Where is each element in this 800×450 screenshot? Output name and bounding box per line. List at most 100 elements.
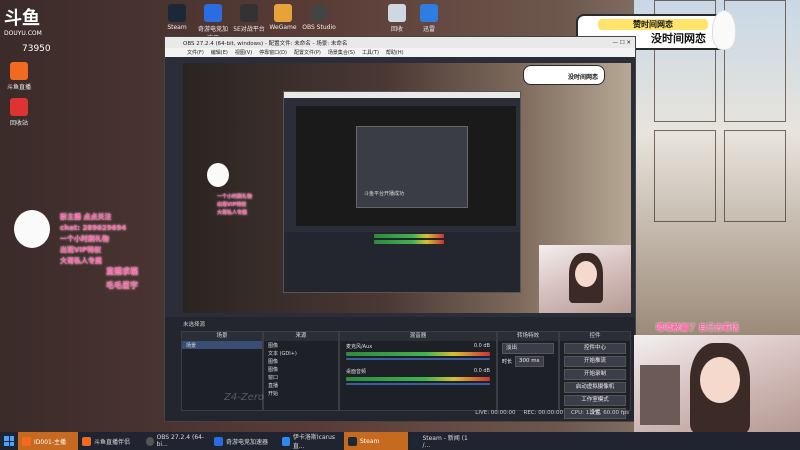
start-streaming-button[interactable]: 开始推流 xyxy=(564,356,626,367)
taskbar: ID001-主播 斗鱼直播伴侣 OBS 27.2.4 (64-bi... 奇游电… xyxy=(0,432,800,450)
no-source-label: 未选择源 xyxy=(183,322,206,328)
mixer-channel-name: 桌面音频 xyxy=(346,369,367,375)
desktop-icon-label: 5E对战平台 xyxy=(233,26,265,33)
source-item[interactable]: 文本 (GDI+) xyxy=(264,349,338,357)
watermark-text: Z4-Zero xyxy=(224,392,265,403)
transition-select[interactable]: 淡出 xyxy=(502,343,554,354)
volume-slider[interactable] xyxy=(346,383,490,385)
nested-preview: 斗鱼平台开播成功 xyxy=(296,106,516,226)
steam-icon xyxy=(348,436,357,446)
nested-obs-window: 斗鱼平台开播成功 xyxy=(283,91,521,293)
taskbar-label: Steam xyxy=(360,437,380,445)
taskbar-item[interactable]: Steam - 新闻 (1 /... xyxy=(408,432,472,450)
desktop-icon-steam[interactable]: Steam xyxy=(160,4,194,31)
taskbar-label: 奇游电竞加速器 xyxy=(226,438,269,446)
audio-meter xyxy=(346,352,490,356)
preview-label: 斗鱼平台开播成功 xyxy=(364,191,405,197)
obs-bottom-panel: 未选择源 场景 场景 来源 图像 文本 (GDI+) 图像 图像 窗口 直播 开… xyxy=(165,317,635,421)
source-item[interactable]: 图像 xyxy=(264,341,338,349)
steam-icon xyxy=(412,436,420,446)
window-pane xyxy=(654,130,716,222)
start-recording-button[interactable]: 开始录制 xyxy=(564,369,626,380)
desktop-icon-label: OBS Studio xyxy=(302,24,336,31)
source-item[interactable]: 窗口 xyxy=(264,373,338,381)
menu-item-file[interactable]: 文件(F) xyxy=(187,49,204,56)
logo-sub: DOUYU.COM xyxy=(4,30,42,37)
desktop-icon-label: WeGame xyxy=(269,24,297,31)
nested-bottom-panel xyxy=(284,232,520,292)
source-item[interactable]: 图像 xyxy=(264,365,338,373)
taskbar-label: OBS 27.2.4 (64-bi... xyxy=(156,434,205,448)
douyu-icon xyxy=(10,62,28,80)
douyu-icon xyxy=(82,436,91,446)
obs-icon xyxy=(146,436,154,446)
mixer-header: 混音器 xyxy=(340,332,496,341)
start-button[interactable] xyxy=(0,432,18,450)
source-item[interactable]: 图像 xyxy=(264,357,338,365)
desktop-icon-xunlei[interactable]: 迅雷 xyxy=(412,4,446,33)
banner-top-text: 赞时间网恋 xyxy=(598,19,708,30)
taskbar-item[interactable]: OBS 27.2.4 (64-bi... xyxy=(142,432,210,450)
source-item[interactable]: 开始 xyxy=(264,389,338,397)
transitions-header: 转场特效 xyxy=(498,332,558,341)
douyu-logo: 斗鱼 DOUYU.COM xyxy=(4,4,56,37)
desktop-icon-recycle-top[interactable]: 回收 xyxy=(380,4,414,33)
sources-dock: 来源 图像 文本 (GDI+) 图像 图像 窗口 直播 开始 xyxy=(263,331,339,411)
volume-slider[interactable] xyxy=(346,358,490,360)
status-rec: REC: 00:00:00 xyxy=(523,410,563,416)
chat-tag: 直播求福 xyxy=(106,267,138,276)
source-item[interactable]: 直播 xyxy=(264,381,338,389)
preview-webcam xyxy=(539,245,631,313)
menu-item-scene-collection[interactable]: 场景集合(S) xyxy=(328,49,355,56)
chat-overlay: 新主播 点点关注 chat: 289029694 一个小时刷礼物 出现VIP特权… xyxy=(60,212,150,267)
menu-item-profile[interactable]: 配置文件(P) xyxy=(294,49,321,56)
menu-item-docks[interactable]: 停靠窗口(D) xyxy=(259,49,287,56)
desktop-icon-recycle[interactable]: 回收站 xyxy=(2,98,36,127)
taskbar-item[interactable]: ID001-主播 xyxy=(18,432,78,450)
bunny-sticker-icon xyxy=(712,10,736,50)
preview-banner-text: 没时间网恋 xyxy=(567,74,598,81)
desktop-icon-5e[interactable]: 5E对战平台 xyxy=(232,4,266,33)
duration-input[interactable]: 300 ms xyxy=(515,356,544,367)
taskbar-item[interactable]: Steam xyxy=(344,432,408,450)
menu-item-tools[interactable]: 工具(T) xyxy=(362,49,379,56)
chat-line: 出现VIP特权 xyxy=(60,246,102,254)
5e-icon xyxy=(240,4,258,22)
desktop-icon-label: 回收 xyxy=(390,26,403,33)
controls-dock: 控件 控件中心 开始推流 开始录制 启动虚拟摄像机 工作室模式 设置 xyxy=(559,331,631,419)
obs-window: OBS 27.2.4 (64-bit, windows) - 配置文件: 未命名… xyxy=(164,36,636,422)
room-number: 73950 xyxy=(22,44,51,54)
window-pane xyxy=(724,130,786,222)
menu-item-help[interactable]: 帮助(H) xyxy=(386,49,404,56)
taskbar-label: ID001-主播 xyxy=(34,438,67,446)
desktop-icon-douyu[interactable]: 斗鱼直播 xyxy=(2,62,36,91)
control-center-button[interactable]: 控件中心 xyxy=(564,343,626,354)
desktop-icon-wegame[interactable]: WeGame xyxy=(266,4,300,31)
desktop-icon-label: Steam xyxy=(167,24,187,31)
studio-mode-button[interactable]: 工作室模式 xyxy=(564,395,626,406)
scene-item[interactable]: 场景 xyxy=(182,341,262,349)
status-cpu: CPU: 1.5%, 60.00 fps xyxy=(570,410,629,416)
bunny-sticker-icon xyxy=(14,210,50,248)
menu-item-view[interactable]: 视图(V) xyxy=(235,49,252,56)
duration-label: 时长 xyxy=(502,359,513,365)
scenes-header: 场景 xyxy=(182,332,262,341)
audio-meter xyxy=(346,377,490,381)
nested-audio-meter xyxy=(374,240,444,244)
taskbar-item[interactable]: 奇游电竞加速器 xyxy=(210,432,278,450)
mixer-dock: 混音器 麦克风/Aux 0.0 dB 桌面音频 0.0 dB xyxy=(339,331,497,411)
menu-item-edit[interactable]: 编辑(E) xyxy=(211,49,228,56)
logo-main: 斗鱼 xyxy=(4,8,40,29)
nested-titlebar xyxy=(284,92,520,98)
preview-chat-overlay: 一个小时刷礼物 出现VIP特权 大哥私人专属 xyxy=(217,193,252,217)
recycle-bin-icon xyxy=(388,4,406,22)
obs-icon xyxy=(310,4,328,22)
taskbar-item[interactable]: 斗鱼直播伴侣 xyxy=(78,432,142,450)
obs-preview[interactable]: 斗鱼平台开播成功 一个小时刷礼物 出现VIP特权 大哥私人专属 没时间网恋 xyxy=(183,63,631,313)
desktop-icon-obs[interactable]: OBS Studio xyxy=(302,4,336,31)
webcam-face xyxy=(700,357,740,403)
virtual-camera-button[interactable]: 启动虚拟摄像机 xyxy=(564,382,626,393)
taskbar-item[interactable]: 伊卡洛斯Icarus直... xyxy=(278,432,344,450)
window-controls[interactable]: — ☐ ✕ xyxy=(612,40,635,46)
qiyou-icon xyxy=(214,436,223,446)
